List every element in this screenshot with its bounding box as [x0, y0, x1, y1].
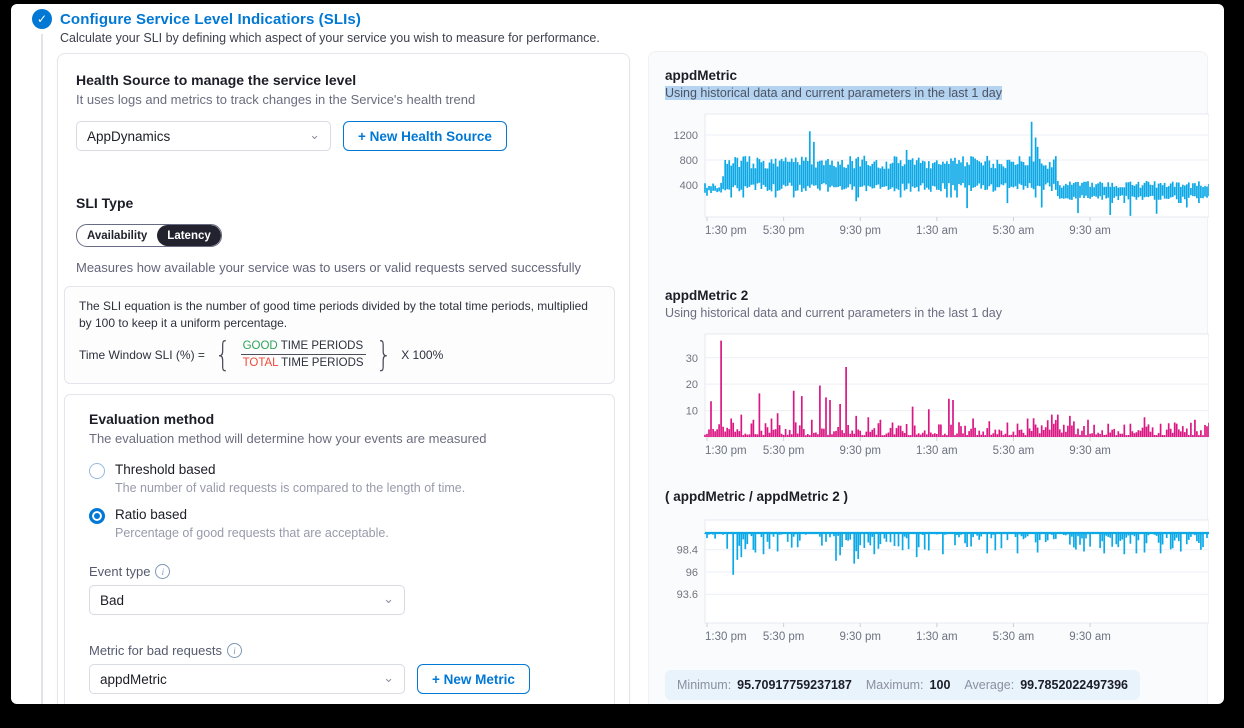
svg-text:9:30 pm: 9:30 pm: [839, 445, 881, 457]
health-source-title: Health Source to manage the service leve…: [76, 72, 611, 88]
svg-text:98.4: 98.4: [677, 545, 698, 557]
chart2-subtitle: Using historical data and current parame…: [665, 306, 1002, 320]
equation-fraction: GOOD TIME PERIODS TOTAL TIME PERIODS: [241, 340, 366, 369]
svg-text:96: 96: [686, 567, 698, 579]
health-source-select[interactable]: AppDynamics ⌄: [76, 121, 331, 151]
event-type-select[interactable]: Bad ⌄: [89, 585, 405, 615]
total-accent: TOTAL: [243, 357, 279, 369]
sli-type-toggle: Availability Latency: [76, 224, 222, 247]
sli-equation-box: The SLI equation is the number of good t…: [64, 286, 615, 384]
chart1-title: appdMetric: [665, 68, 1207, 83]
average-label: Average:: [964, 678, 1014, 692]
chart-appdmetric: 400 800 1200 1:30 pm 5:30 pm 9:30 pm 1:30 am 5:…: [665, 108, 1207, 244]
maximum-label: Maximum:: [866, 678, 924, 692]
chevron-down-icon: ⌄: [383, 671, 394, 684]
svg-text:1200: 1200: [674, 130, 698, 142]
left-brace: {: [215, 340, 231, 371]
wizard-step-header: ✓ Configure Service Level Indicatiors (S…: [11, 4, 1224, 45]
svg-text:1:30 pm: 1:30 pm: [705, 225, 747, 237]
sli-type-option-latency[interactable]: Latency: [157, 225, 220, 246]
radio-threshold-based[interactable]: Threshold based The number of valid requ…: [89, 462, 590, 495]
health-source-description: It uses logs and metrics to track change…: [76, 92, 611, 107]
metric-preview-panel: appdMetric Using historical data and cur…: [648, 51, 1208, 704]
ratio-based-label: Ratio based: [115, 507, 389, 522]
sli-type-option-availability[interactable]: Availability: [77, 225, 157, 246]
average-value: 99.7852022497396: [1020, 678, 1128, 692]
svg-text:5:30 am: 5:30 am: [993, 445, 1035, 457]
svg-text:1:30 am: 1:30 am: [916, 631, 958, 643]
sli-type-title: SLI Type: [76, 195, 611, 211]
svg-text:9:30 pm: 9:30 pm: [839, 225, 881, 237]
page-subtitle: Calculate your SLI by defining which asp…: [60, 31, 1224, 45]
metric-bad-value: appdMetric: [100, 672, 167, 687]
sli-equation-formula: Time Window SLI (%) = { GOOD TIME PERIOD…: [79, 340, 600, 371]
svg-text:9:30 pm: 9:30 pm: [839, 631, 881, 643]
svg-text:5:30 pm: 5:30 pm: [763, 445, 805, 457]
sli-equation-text: The SLI equation is the number of good t…: [79, 298, 600, 332]
numerator-rest: TIME PERIODS: [281, 340, 363, 352]
svg-text:5:30 am: 5:30 am: [993, 225, 1035, 237]
metric-bad-label: Metric for bad requests i: [89, 643, 590, 658]
info-icon[interactable]: i: [155, 564, 170, 579]
minimum-value: 95.70917759237187: [737, 678, 852, 692]
new-health-source-button[interactable]: + New Health Source: [343, 121, 507, 151]
svg-text:10: 10: [686, 406, 698, 418]
ratio-based-description: Percentage of good requests that are acc…: [115, 526, 389, 540]
svg-text:5:30 pm: 5:30 pm: [763, 225, 805, 237]
svg-text:1:30 pm: 1:30 pm: [705, 631, 747, 643]
health-source-value: AppDynamics: [87, 129, 170, 144]
equation-prefix: Time Window SLI (%) =: [79, 348, 205, 362]
metric-bad-label-text: Metric for bad requests: [89, 643, 222, 658]
radio-unselected-icon[interactable]: [89, 463, 105, 479]
chart2-title: appdMetric 2: [665, 288, 1207, 303]
svg-text:9:30 am: 9:30 am: [1069, 445, 1111, 457]
svg-text:1:30 am: 1:30 am: [916, 445, 958, 457]
svg-text:20: 20: [686, 379, 698, 391]
evaluation-method-description: The evaluation method will determine how…: [89, 431, 590, 446]
sli-type-description: Measures how available your service was …: [76, 260, 611, 275]
page-title: Configure Service Level Indicatiors (SLI…: [60, 11, 1224, 28]
svg-text:9:30 am: 9:30 am: [1069, 225, 1111, 237]
equation-suffix: X 100%: [401, 348, 443, 362]
minimum-label: Minimum:: [677, 678, 731, 692]
info-icon[interactable]: i: [227, 643, 242, 658]
step-complete-check-icon: ✓: [32, 9, 52, 29]
threshold-based-label: Threshold based: [115, 462, 465, 477]
svg-text:800: 800: [680, 155, 698, 167]
event-type-label-text: Event type: [89, 564, 150, 579]
metric-bad-select[interactable]: appdMetric ⌄: [89, 664, 405, 694]
chart1-subtitle: Using historical data and current parame…: [665, 86, 1002, 100]
new-metric-button[interactable]: + New Metric: [417, 664, 530, 694]
svg-text:1:30 am: 1:30 am: [916, 225, 958, 237]
svg-text:9:30 am: 9:30 am: [1069, 631, 1111, 643]
radio-ratio-based[interactable]: Ratio based Percentage of good requests …: [89, 507, 590, 540]
chevron-down-icon: ⌄: [309, 128, 320, 141]
svg-text:5:30 pm: 5:30 pm: [763, 631, 805, 643]
maximum-value: 100: [930, 678, 951, 692]
good-accent: GOOD: [243, 340, 278, 352]
evaluation-method-title: Evaluation method: [89, 411, 590, 427]
chart-appdmetric-2: 10 20 30 1:30 pm 5:30 pm 9:30 pm 1:30 am 5:30 a…: [665, 328, 1207, 464]
svg-text:30: 30: [686, 353, 698, 365]
stepper-connector-line: [41, 34, 43, 704]
svg-text:1:30 pm: 1:30 pm: [705, 445, 747, 457]
chart-ratio: 93.6 96 98.4 1:30 pm 5:30 pm 9:30 pm 1:30 am 5:…: [665, 514, 1207, 650]
evaluation-method-box: Evaluation method The evaluation method …: [64, 394, 615, 704]
right-brace: }: [375, 340, 391, 371]
svg-text:5:30 am: 5:30 am: [993, 631, 1035, 643]
threshold-based-description: The number of valid requests is compared…: [115, 481, 465, 495]
sli-config-panel: Health Source to manage the service leve…: [57, 53, 630, 704]
chart3-title: ( appdMetric / appdMetric 2 ): [665, 489, 1207, 504]
app-window: ✓ Configure Service Level Indicatiors (S…: [11, 4, 1224, 704]
ratio-stats-bar: Minimum: 95.70917759237187 Maximum: 100 …: [665, 670, 1140, 700]
event-type-label: Event type i: [89, 564, 590, 579]
svg-text:400: 400: [680, 180, 698, 192]
denominator-rest: TIME PERIODS: [281, 357, 363, 369]
event-type-value: Bad: [100, 593, 124, 608]
svg-text:93.6: 93.6: [677, 589, 698, 601]
chevron-down-icon: ⌄: [383, 592, 394, 605]
radio-selected-icon[interactable]: [89, 508, 105, 524]
